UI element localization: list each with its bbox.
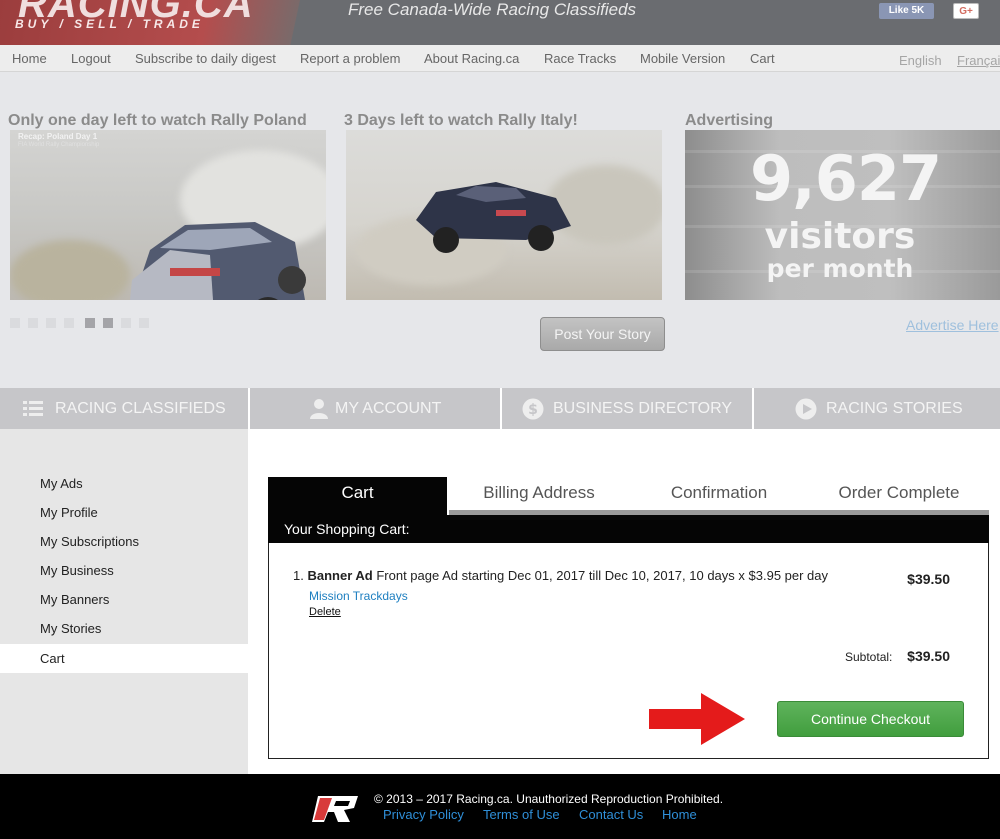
section-label: RACING CLASSIFIEDS xyxy=(55,400,226,417)
red-arrow-icon xyxy=(649,693,745,745)
footer-copyright: © 2013 – 2017 Racing.ca. Unauthorized Re… xyxy=(374,792,724,806)
ad-visitors-text: visitors xyxy=(764,216,916,257)
ad-visitor-count: 9,627 xyxy=(750,142,942,215)
carousel-dot-7[interactable] xyxy=(121,318,131,328)
delete-item-link[interactable]: Delete xyxy=(309,606,341,618)
nav-subscribe[interactable]: Subscribe to daily digest xyxy=(135,51,276,66)
subtotal-label: Subtotal: xyxy=(845,650,893,664)
logo-tagline: BUY / SELL / TRADE xyxy=(15,17,204,31)
section-my-account[interactable]: MY ACCOUNT xyxy=(250,388,500,429)
facebook-like-button[interactable]: Like 5K xyxy=(879,3,934,19)
nav-home[interactable]: Home xyxy=(12,51,47,66)
section-racing-classifieds[interactable]: RACING CLASSIFIEDS xyxy=(0,388,248,429)
main-nav: Home Logout Subscribe to daily digest Re… xyxy=(0,45,1000,72)
section-label: BUSINESS DIRECTORY xyxy=(553,400,733,417)
shopping-cart: 1. Banner Ad Front page Ad starting Dec … xyxy=(268,543,989,759)
racing-r-logo[interactable] xyxy=(310,794,362,824)
story-overlay-title: Recap: Poland Day 1 xyxy=(18,132,98,141)
story-image-rally-poland[interactable]: Recap: Poland Day 1 FIA World Rally Cham… xyxy=(10,130,326,300)
checkout-steps: Cart Billing Address Confirmation Order … xyxy=(268,477,989,515)
svg-text:$: $ xyxy=(528,402,538,418)
sidebar-item-my-ads[interactable]: My Ads xyxy=(40,476,83,491)
cart-item-name: Banner Ad xyxy=(307,568,373,583)
nav-race-tracks[interactable]: Race Tracks xyxy=(544,51,616,66)
carousel-dot-3[interactable] xyxy=(46,318,56,328)
section-business-directory[interactable]: $ BUSINESS DIRECTORY xyxy=(502,388,752,429)
cart-item-link[interactable]: Mission Trackdays xyxy=(309,589,408,603)
carousel-dot-5[interactable] xyxy=(85,318,95,328)
story-title-1[interactable]: Only one day left to watch Rally Poland xyxy=(8,112,307,130)
carousel-dot-8[interactable] xyxy=(139,318,149,328)
tab-billing-address[interactable]: Billing Address xyxy=(449,477,629,515)
tab-cart[interactable]: Cart xyxy=(268,477,447,515)
section-label: RACING STORIES xyxy=(826,400,963,417)
advertising-title: Advertising xyxy=(685,112,774,129)
section-racing-stories[interactable]: RACING STORIES xyxy=(754,388,1000,429)
sidebar-active-highlight xyxy=(0,644,248,673)
story-image-rally-italy[interactable] xyxy=(346,130,662,300)
carousel-dot-1[interactable] xyxy=(10,318,20,328)
hero-section: Only one day left to watch Rally Poland … xyxy=(0,72,1000,388)
account-sidebar: My Ads My Profile My Subscriptions My Bu… xyxy=(0,429,248,774)
footer-privacy-policy[interactable]: Privacy Policy xyxy=(383,807,464,822)
cart-item-number: 1. xyxy=(293,568,304,583)
tab-order-complete[interactable]: Order Complete xyxy=(809,477,989,515)
footer-terms-of-use[interactable]: Terms of Use xyxy=(483,807,560,822)
section-label: MY ACCOUNT xyxy=(335,400,442,417)
cart-heading: Your Shopping Cart: xyxy=(268,515,989,543)
advertise-here-link[interactable]: Advertise Here xyxy=(906,317,999,333)
ad-per-month-text: per month xyxy=(766,254,914,283)
advertising-banner[interactable]: 9,627 visitors per month xyxy=(685,130,1000,300)
site-tagline: Free Canada-Wide Racing Classifieds xyxy=(348,0,637,19)
google-plus-button[interactable]: G+ xyxy=(953,3,979,19)
jumping-rally-car-image xyxy=(416,182,571,253)
nav-mobile-version[interactable]: Mobile Version xyxy=(640,51,725,66)
carousel-dot-2[interactable] xyxy=(28,318,38,328)
footer-contact-us[interactable]: Contact Us xyxy=(579,807,643,822)
dollar-icon: $ xyxy=(522,398,544,420)
cart-item-description: Front page Ad starting Dec 01, 2017 till… xyxy=(376,568,829,583)
continue-checkout-button[interactable]: Continue Checkout xyxy=(777,701,964,737)
story-overlay-subtitle: FIA World Rally Championship xyxy=(18,142,100,148)
nav-report-problem[interactable]: Report a problem xyxy=(300,51,400,66)
sidebar-item-my-profile[interactable]: My Profile xyxy=(40,505,98,520)
top-banner: RACING.CA BUY / SELL / TRADE Free Canada… xyxy=(0,0,1000,45)
nav-cart[interactable]: Cart xyxy=(750,51,775,66)
footer-home[interactable]: Home xyxy=(662,807,697,822)
carousel-dot-4[interactable] xyxy=(64,318,74,328)
sidebar-item-my-stories[interactable]: My Stories xyxy=(40,621,101,636)
sidebar-item-my-banners[interactable]: My Banners xyxy=(40,592,109,607)
lang-english[interactable]: English xyxy=(899,53,942,68)
tab-confirmation[interactable]: Confirmation xyxy=(629,477,809,515)
list-icon xyxy=(23,401,43,416)
lang-french[interactable]: Français xyxy=(957,53,1000,68)
subtotal-value: $39.50 xyxy=(907,648,950,664)
cart-item-price: $39.50 xyxy=(907,571,950,587)
footer: © 2013 – 2017 Racing.ca. Unauthorized Re… xyxy=(0,774,1000,839)
rally-car-image xyxy=(130,222,306,300)
play-icon xyxy=(795,398,817,420)
nav-about[interactable]: About Racing.ca xyxy=(424,51,519,66)
sidebar-item-cart[interactable]: Cart xyxy=(40,651,65,666)
cart-item: 1. Banner Ad Front page Ad starting Dec … xyxy=(293,568,828,583)
nav-logout[interactable]: Logout xyxy=(71,51,111,66)
story-title-2[interactable]: 3 Days left to watch Rally Italy! xyxy=(344,112,578,130)
carousel-dot-6[interactable] xyxy=(103,318,113,328)
post-your-story-button[interactable]: Post Your Story xyxy=(540,317,665,351)
sidebar-item-my-business[interactable]: My Business xyxy=(40,563,114,578)
sidebar-item-my-subscriptions[interactable]: My Subscriptions xyxy=(40,534,139,549)
user-icon xyxy=(310,399,328,419)
